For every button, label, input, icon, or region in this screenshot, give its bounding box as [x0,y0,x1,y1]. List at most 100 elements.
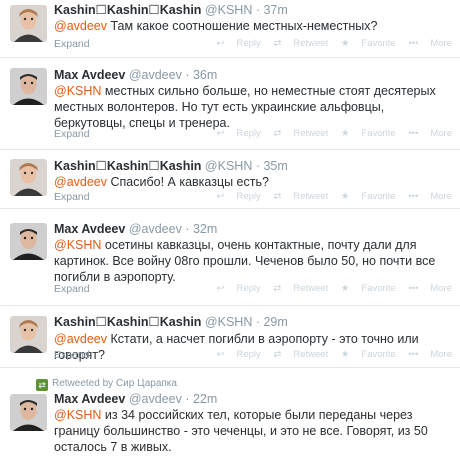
separator: · [185,222,190,236]
avatar[interactable] [10,394,47,431]
reply-button[interactable]: ↩ Reply [216,128,260,139]
timestamp[interactable]: 29m [263,315,287,329]
display-name[interactable]: Kashin☐Kashin☐Kashin [54,315,201,329]
more-button[interactable]: ••• More [408,283,452,294]
reply-icon: ↩ [216,191,225,202]
reply-button[interactable]: ↩ Reply [216,191,260,202]
retweet-icon: ⇄ [273,128,282,139]
expand-link[interactable]: Expand [54,38,90,50]
mention-link[interactable]: @KSHN [54,408,101,422]
favorite-button[interactable]: ★ Favorite [341,283,396,294]
timestamp[interactable]: 32m [193,222,217,236]
tweet-actions: ↩ Reply ⇄ Retweet ★ Favorite ••• More [206,349,452,360]
timestamp[interactable]: 37m [263,3,287,17]
tweet-text: @avdeev Спасибо! А кавказцы есть? [54,174,448,190]
reply-label: Reply [236,349,261,360]
username[interactable]: @avdeev [129,392,182,406]
retweet-button[interactable]: ⇄ Retweet [273,283,328,294]
display-name[interactable]: Kashin☐Kashin☐Kashin [54,159,201,173]
tweet[interactable]: Kashin☐Kashin☐Kashin @KSHN · 29m @avdeev… [0,306,460,368]
tweet-text-content: Там какое соотношение местных-неместных? [107,19,378,33]
separator: · [255,315,260,329]
avatar[interactable] [10,5,47,42]
retweet-button[interactable]: ⇄ Retweet [273,128,328,139]
retweet-context-text: Retweeted by Сир Царапка [52,378,177,389]
expand-link[interactable]: Expand [54,349,90,361]
username[interactable]: @KSHN [205,159,252,173]
mention-link[interactable]: @avdeev [54,175,107,189]
more-icon: ••• [408,283,419,294]
star-icon: ★ [340,191,350,202]
more-label: More [430,283,452,294]
favorite-label: Favorite [361,38,396,49]
star-icon: ★ [340,38,350,49]
tweet[interactable]: Max Avdeev @avdeev · 22m @KSHN из 34 рос… [0,392,460,456]
display-name[interactable]: Kashin☐Kashin☐Kashin [54,3,201,17]
timestamp[interactable]: 35m [263,159,287,173]
tweet-actions: ↩ Reply ⇄ Retweet ★ Favorite ••• More [206,128,452,139]
timestamp[interactable]: 22m [193,392,217,406]
retweet-button[interactable]: ⇄ Retweet [273,349,328,360]
reply-button[interactable]: ↩ Reply [216,349,260,360]
avatar[interactable] [10,223,47,260]
more-label: More [430,128,452,139]
tweet-text: @KSHN осетины кавказцы, очень контактные… [54,237,448,285]
favorite-button[interactable]: ★ Favorite [341,128,396,139]
username[interactable]: @avdeev [129,68,182,82]
expand-link[interactable]: Expand [54,191,90,203]
username[interactable]: @KSHN [205,315,252,329]
tweet-actions: ↩ Reply ⇄ Retweet ★ Favorite ••• More [206,191,452,202]
separator: · [255,159,260,173]
more-icon: ••• [408,191,419,202]
retweet-label: Retweet [293,191,329,202]
favorite-button[interactable]: ★ Favorite [341,349,396,360]
display-name[interactable]: Max Avdeev [54,222,125,236]
tweet-header: Kashin☐Kashin☐Kashin @KSHN · 37m [54,3,288,18]
retweet-button[interactable]: ⇄ Retweet [273,191,328,202]
mention-link[interactable]: @KSHN [54,84,101,98]
more-button[interactable]: ••• More [408,191,452,202]
avatar[interactable] [10,68,47,105]
tweet-header: Kashin☐Kashin☐Kashin @KSHN · 35m [54,159,288,174]
reply-icon: ↩ [216,283,225,294]
favorite-label: Favorite [361,191,396,202]
username[interactable]: @avdeev [129,222,182,236]
tweet-stream: Kashin☐Kashin☐Kashin @KSHN · 37m @avdeev… [0,0,460,456]
tweet[interactable]: Kashin☐Kashin☐Kashin @KSHN · 37m @avdeev… [0,0,460,58]
tweet[interactable]: Max Avdeev @avdeev · 36m @KSHN местных с… [0,58,460,150]
retweet-icon: ⇄ [36,379,48,391]
timestamp[interactable]: 36m [193,68,217,82]
avatar[interactable] [10,316,47,353]
reply-label: Reply [236,191,261,202]
mention-link[interactable]: @avdeev [54,332,107,346]
favorite-button[interactable]: ★ Favorite [341,191,396,202]
mention-link[interactable]: @KSHN [54,238,101,252]
star-icon: ★ [340,349,350,360]
retweet-context[interactable]: ⇄ Retweeted by Сир Царапка [36,378,177,391]
more-button[interactable]: ••• More [408,38,452,49]
username[interactable]: @KSHN [205,3,252,17]
tweet[interactable]: Kashin☐Kashin☐Kashin @KSHN · 35m @avdeev… [0,150,460,209]
retweet-icon: ⇄ [273,283,282,294]
display-name[interactable]: Max Avdeev [54,392,125,406]
more-label: More [430,38,452,49]
avatar[interactable] [10,159,47,196]
expand-link[interactable]: Expand [54,128,90,140]
reply-button[interactable]: ↩ Reply [216,38,260,49]
tweet-text: @KSHN местных сильно больше, но неместны… [54,83,448,131]
favorite-button[interactable]: ★ Favorite [341,38,396,49]
more-button[interactable]: ••• More [408,128,452,139]
more-label: More [430,191,452,202]
tweet[interactable]: Max Avdeev @avdeev · 32m @KSHN осетины к… [0,209,460,306]
retweet-label: Retweet [293,349,329,360]
more-button[interactable]: ••• More [408,349,452,360]
retweet-label: Retweet [293,128,329,139]
reply-label: Reply [236,38,261,49]
separator: · [255,3,260,17]
expand-link[interactable]: Expand [54,283,90,295]
retweet-icon: ⇄ [273,191,282,202]
display-name[interactable]: Max Avdeev [54,68,125,82]
mention-link[interactable]: @avdeev [54,19,107,33]
retweet-button[interactable]: ⇄ Retweet [273,38,328,49]
reply-button[interactable]: ↩ Reply [216,283,260,294]
